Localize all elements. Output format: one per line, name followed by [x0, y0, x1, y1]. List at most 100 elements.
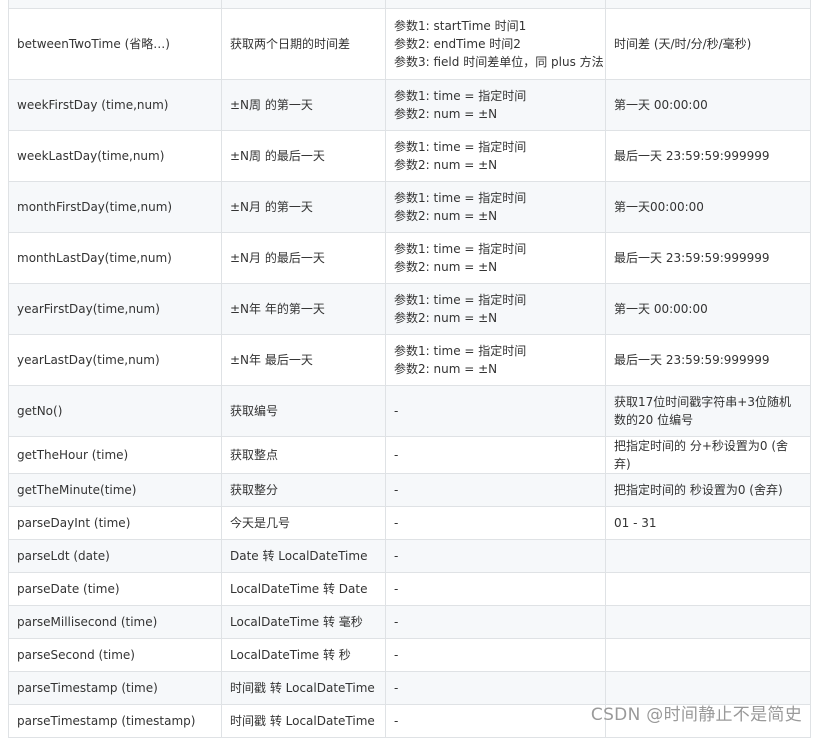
description-cell	[221, 0, 386, 9]
api-table-body: betweenTwoTime (省略…) 获取两个日期的时间差 参数1: start…	[8, 0, 811, 738]
param-line: -	[394, 516, 399, 530]
csdn-watermark: CSDN @时间静止不是简史	[590, 705, 802, 725]
param-line: 参数3: field 时间差单位，同 plus 方法	[394, 55, 604, 69]
result-cell	[605, 638, 811, 672]
param-line: 参数1: time = 指定时间	[394, 242, 527, 256]
api-table: betweenTwoTime (省略…) 获取两个日期的时间差 参数1: start…	[8, 0, 811, 738]
table-row: yearFirstDay(time,num) ±N年 年的第一天 参数1: time…	[8, 283, 811, 335]
param-line: 参数1: time = 指定时间	[394, 140, 527, 154]
description-cell: 今天是几号	[221, 506, 386, 540]
params-cell: -	[385, 572, 606, 606]
params-cell: 参数1: time = 指定时间 参数2: num = ±N	[385, 334, 606, 386]
result-cell: 把指定时间的 秒设置为0 (舍弃)	[605, 473, 811, 507]
param-line: -	[394, 681, 399, 695]
description-cell: LocalDateTime 转 毫秒	[221, 605, 386, 639]
table-row: getNo() 获取编号 - 获取17位时间戳字符串+3位随机数的20 位编号	[8, 385, 811, 437]
table-row: monthFirstDay(time,num) ±N月 的第一天 参数1: time…	[8, 181, 811, 233]
method-cell: parseSecond (time)	[8, 638, 222, 672]
params-cell: 参数1: time = 指定时间 参数2: num = ±N	[385, 130, 606, 182]
param-line: -	[394, 404, 399, 418]
description-cell: 获取编号	[221, 385, 386, 437]
description-cell: ±N月 的第一天	[221, 181, 386, 233]
method-cell: getTheHour (time)	[8, 436, 222, 474]
params-cell: 参数1: time = 指定时间 参数2: num = ±N	[385, 181, 606, 233]
table-row: getTheMinute(time) 获取整分 - 把指定时间的 秒设置为0 (舍弃)	[8, 473, 811, 507]
param-line: -	[394, 582, 399, 596]
param-line: 参数2: num = ±N	[394, 311, 498, 325]
result-cell	[605, 0, 811, 9]
params-cell: -	[385, 638, 606, 672]
table-row: parseMillisecond (time) LocalDateTime 转 毫…	[8, 605, 811, 639]
param-line: -	[394, 448, 399, 462]
param-line: 参数1: startTime 时间1	[394, 19, 527, 33]
param-line: 参数2: num = ±N	[394, 260, 498, 274]
table-row: betweenTwoTime (省略…) 获取两个日期的时间差 参数1: start…	[8, 8, 811, 80]
description-cell: ±N年 最后一天	[221, 334, 386, 386]
method-cell: yearLastDay(time,num)	[8, 334, 222, 386]
params-cell: -	[385, 506, 606, 540]
method-cell: weekLastDay(time,num)	[8, 130, 222, 182]
param-line: -	[394, 714, 399, 728]
param-line: -	[394, 615, 399, 629]
result-cell: 最后一天 23:59:59:999999	[605, 334, 811, 386]
params-cell: 参数1: time = 指定时间 参数2: num = ±N	[385, 283, 606, 335]
method-cell: yearFirstDay(time,num)	[8, 283, 222, 335]
table-row: getTheHour (time) 获取整点 - 把指定时间的 分+秒设置为0 (舍弃…	[8, 436, 811, 474]
description-cell: LocalDateTime 转 Date	[221, 572, 386, 606]
table-row: parseDate (time) LocalDateTime 转 Date -	[8, 572, 811, 606]
param-line: 参数1: time = 指定时间	[394, 89, 527, 103]
result-cell: 获取17位时间戳字符串+3位随机数的20 位编号	[605, 385, 811, 437]
method-cell	[8, 0, 222, 9]
param-line: 参数1: time = 指定时间	[394, 344, 527, 358]
params-cell: -	[385, 436, 606, 474]
param-line: 参数1: time = 指定时间	[394, 191, 527, 205]
table-row: weekLastDay(time,num) ±N周 的最后一天 参数1: time …	[8, 130, 811, 182]
result-cell	[605, 572, 811, 606]
description-cell: 获取两个日期的时间差	[221, 8, 386, 80]
table-row: weekFirstDay (time,num) ±N周 的第一天 参数1: time…	[8, 79, 811, 131]
api-table-container: betweenTwoTime (省略…) 获取两个日期的时间差 参数1: start…	[8, 0, 811, 738]
result-cell: 第一天 00:00:00	[605, 283, 811, 335]
param-line: -	[394, 549, 399, 563]
param-line: -	[394, 648, 399, 662]
method-cell: monthFirstDay(time,num)	[8, 181, 222, 233]
params-cell: 参数1: startTime 时间1 参数2: endTime 时间2 参数3: f…	[385, 8, 606, 80]
params-cell: 参数1: time = 指定时间 参数2: num = ±N	[385, 232, 606, 284]
params-cell: -	[385, 385, 606, 437]
result-cell: 第一天 00:00:00	[605, 79, 811, 131]
table-row: parseDayInt (time) 今天是几号 - 01 - 31	[8, 506, 811, 540]
param-line: 参数1: time = 指定时间	[394, 293, 527, 307]
method-cell: getNo()	[8, 385, 222, 437]
method-cell: parseLdt (date)	[8, 539, 222, 573]
param-line: 参数2: num = ±N	[394, 362, 498, 376]
description-cell: 获取整点	[221, 436, 386, 474]
param-line: 参数2: num = ±N	[394, 107, 498, 121]
method-cell: parseDayInt (time)	[8, 506, 222, 540]
result-cell: 第一天00:00:00	[605, 181, 811, 233]
result-cell: 把指定时间的 分+秒设置为0 (舍弃)	[605, 436, 811, 474]
param-line: 参数2: endTime 时间2	[394, 37, 521, 51]
result-cell	[605, 539, 811, 573]
description-cell: ±N周 的最后一天	[221, 130, 386, 182]
params-cell: -	[385, 539, 606, 573]
table-row	[8, 0, 811, 9]
params-cell: 参数1: time = 指定时间 参数2: num = ±N	[385, 79, 606, 131]
description-cell: ±N年 年的第一天	[221, 283, 386, 335]
param-line: -	[394, 483, 399, 497]
description-cell: 获取整分	[221, 473, 386, 507]
result-cell: 最后一天 23:59:59:999999	[605, 232, 811, 284]
result-cell	[605, 605, 811, 639]
description-cell: 时间戳 转 LocalDateTime	[221, 671, 386, 705]
result-cell: 01 - 31	[605, 506, 811, 540]
table-row: parseLdt (date) Date 转 LocalDateTime -	[8, 539, 811, 573]
method-cell: betweenTwoTime (省略…)	[8, 8, 222, 80]
params-cell: -	[385, 671, 606, 705]
description-cell: ±N月 的最后一天	[221, 232, 386, 284]
method-cell: parseMillisecond (time)	[8, 605, 222, 639]
param-line: 参数2: num = ±N	[394, 209, 498, 223]
table-row: monthLastDay(time,num) ±N月 的最后一天 参数1: time…	[8, 232, 811, 284]
method-cell: getTheMinute(time)	[8, 473, 222, 507]
table-row: yearLastDay(time,num) ±N年 最后一天 参数1: time =…	[8, 334, 811, 386]
method-cell: parseTimestamp (time)	[8, 671, 222, 705]
result-cell: 最后一天 23:59:59:999999	[605, 130, 811, 182]
